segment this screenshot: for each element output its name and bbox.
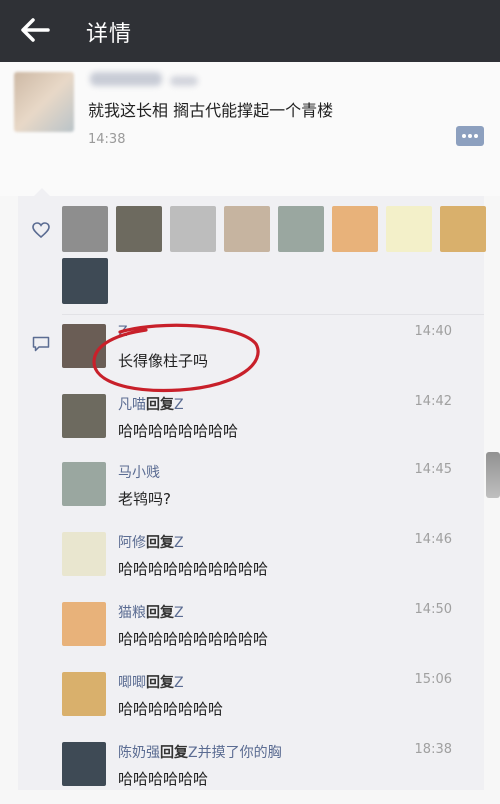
comment-item[interactable]: 猫粮回复Z 14:50 哈哈哈哈哈哈哈哈哈哈 xyxy=(62,602,480,664)
commenter-name-line: 猫粮回复Z xyxy=(118,602,184,622)
comment-time: 14:46 xyxy=(414,532,452,547)
reply-keyword: 回复 xyxy=(146,675,174,691)
like-avatar-7[interactable] xyxy=(386,206,432,252)
comment-item[interactable]: 凡喵回复Z 14:42 哈哈哈哈哈哈哈哈 xyxy=(62,394,480,456)
post-time: 14:38 xyxy=(88,132,126,147)
annotation-circle xyxy=(92,323,260,393)
dot-icon xyxy=(462,134,466,138)
top-bar: 详情 xyxy=(0,0,500,62)
comment-item[interactable]: 陈奶强回复Z并摸了你的胸 18:38 哈哈哈哈哈哈 xyxy=(62,742,480,804)
comment-time: 14:42 xyxy=(414,394,452,409)
comment-icon xyxy=(32,336,50,352)
page-title: 详情 xyxy=(86,22,133,47)
commenter-avatar[interactable] xyxy=(62,462,106,506)
like-avatar-5[interactable] xyxy=(278,206,324,252)
commenter-avatar[interactable] xyxy=(62,394,106,438)
commenter-name[interactable]: 陈奶强 xyxy=(118,745,160,761)
author-name-blurred-extra xyxy=(170,76,198,86)
like-avatar-4[interactable] xyxy=(224,206,270,252)
like-avatar-9[interactable] xyxy=(62,258,108,304)
commenter-avatar[interactable] xyxy=(62,672,106,716)
like-avatar-2[interactable] xyxy=(116,206,162,252)
reply-target[interactable]: Z并摸了你的胸 xyxy=(188,745,282,761)
like-avatar-8[interactable] xyxy=(440,206,486,252)
comment-text: 哈哈哈哈哈哈 xyxy=(118,770,209,788)
like-avatar-6[interactable] xyxy=(332,206,378,252)
reply-target[interactable]: Z xyxy=(174,397,184,413)
reply-keyword: 回复 xyxy=(146,605,174,621)
commenter-name-line: 陈奶强回复Z并摸了你的胸 xyxy=(118,742,282,762)
comment-time: 18:38 xyxy=(414,742,452,757)
commenter-name[interactable]: 唧唧 xyxy=(118,675,146,691)
comment-time: 15:06 xyxy=(414,672,452,687)
like-avatar-3[interactable] xyxy=(170,206,216,252)
moment-post: 就我这长相 搁古代能撑起一个青楼 14:38 xyxy=(0,62,500,196)
reply-target[interactable]: Z xyxy=(174,535,184,551)
commenter-name[interactable]: 猫粮 xyxy=(118,605,146,621)
comment-text: 哈哈哈哈哈哈哈哈哈哈 xyxy=(118,630,269,648)
divider xyxy=(62,314,484,315)
comment-item[interactable]: 阿修回复Z 14:46 哈哈哈哈哈哈哈哈哈哈 xyxy=(62,532,480,594)
post-text: 就我这长相 搁古代能撑起一个青楼 xyxy=(88,101,334,120)
commenter-name[interactable]: 凡喵 xyxy=(118,397,146,413)
commenter-avatar[interactable] xyxy=(62,742,106,786)
back-arrow-icon[interactable] xyxy=(18,15,52,45)
reply-target[interactable]: Z xyxy=(174,675,184,691)
comment-text: 老鸨吗? xyxy=(118,490,171,508)
commenter-name-line: 凡喵回复Z xyxy=(118,394,184,414)
reply-keyword: 回复 xyxy=(146,397,174,413)
comment-text: 哈哈哈哈哈哈哈哈哈哈 xyxy=(118,560,269,578)
commenter-avatar[interactable] xyxy=(62,602,106,646)
author-name-blurred xyxy=(90,72,162,86)
like-avatar-1[interactable] xyxy=(62,206,108,252)
more-options-button[interactable] xyxy=(456,126,484,146)
comment-time: 14:50 xyxy=(414,602,452,617)
reply-keyword: 回复 xyxy=(146,535,174,551)
interaction-panel: Z 14:40 长得像柱子吗 凡喵回复Z 14:42 哈哈哈哈哈哈哈哈 马小贱 14:45 老鸨… xyxy=(18,188,486,790)
dot-icon xyxy=(468,134,472,138)
reply-target[interactable]: Z xyxy=(174,605,184,621)
edge-artifact xyxy=(486,452,500,498)
comment-item[interactable]: 马小贱 14:45 老鸨吗? xyxy=(62,462,480,524)
commenter-name-line: 阿修回复Z xyxy=(118,532,184,552)
comment-time: 14:40 xyxy=(414,324,452,339)
commenter-avatar[interactable] xyxy=(62,532,106,576)
comment-time: 14:45 xyxy=(414,462,452,477)
commenter-name[interactable]: 阿修 xyxy=(118,535,146,551)
comment-item[interactable]: 唧唧回复Z 15:06 哈哈哈哈哈哈哈 xyxy=(62,672,480,734)
commenter-name-line: 马小贱 xyxy=(118,462,160,482)
commenter-name[interactable]: 马小贱 xyxy=(118,465,160,481)
comment-text: 哈哈哈哈哈哈哈 xyxy=(118,700,224,718)
reply-keyword: 回复 xyxy=(160,745,188,761)
comment-text: 哈哈哈哈哈哈哈哈 xyxy=(118,422,239,440)
author-avatar[interactable] xyxy=(14,72,74,132)
commenter-name-line: 唧唧回复Z xyxy=(118,672,184,692)
dot-icon xyxy=(474,134,478,138)
heart-icon xyxy=(32,222,50,238)
